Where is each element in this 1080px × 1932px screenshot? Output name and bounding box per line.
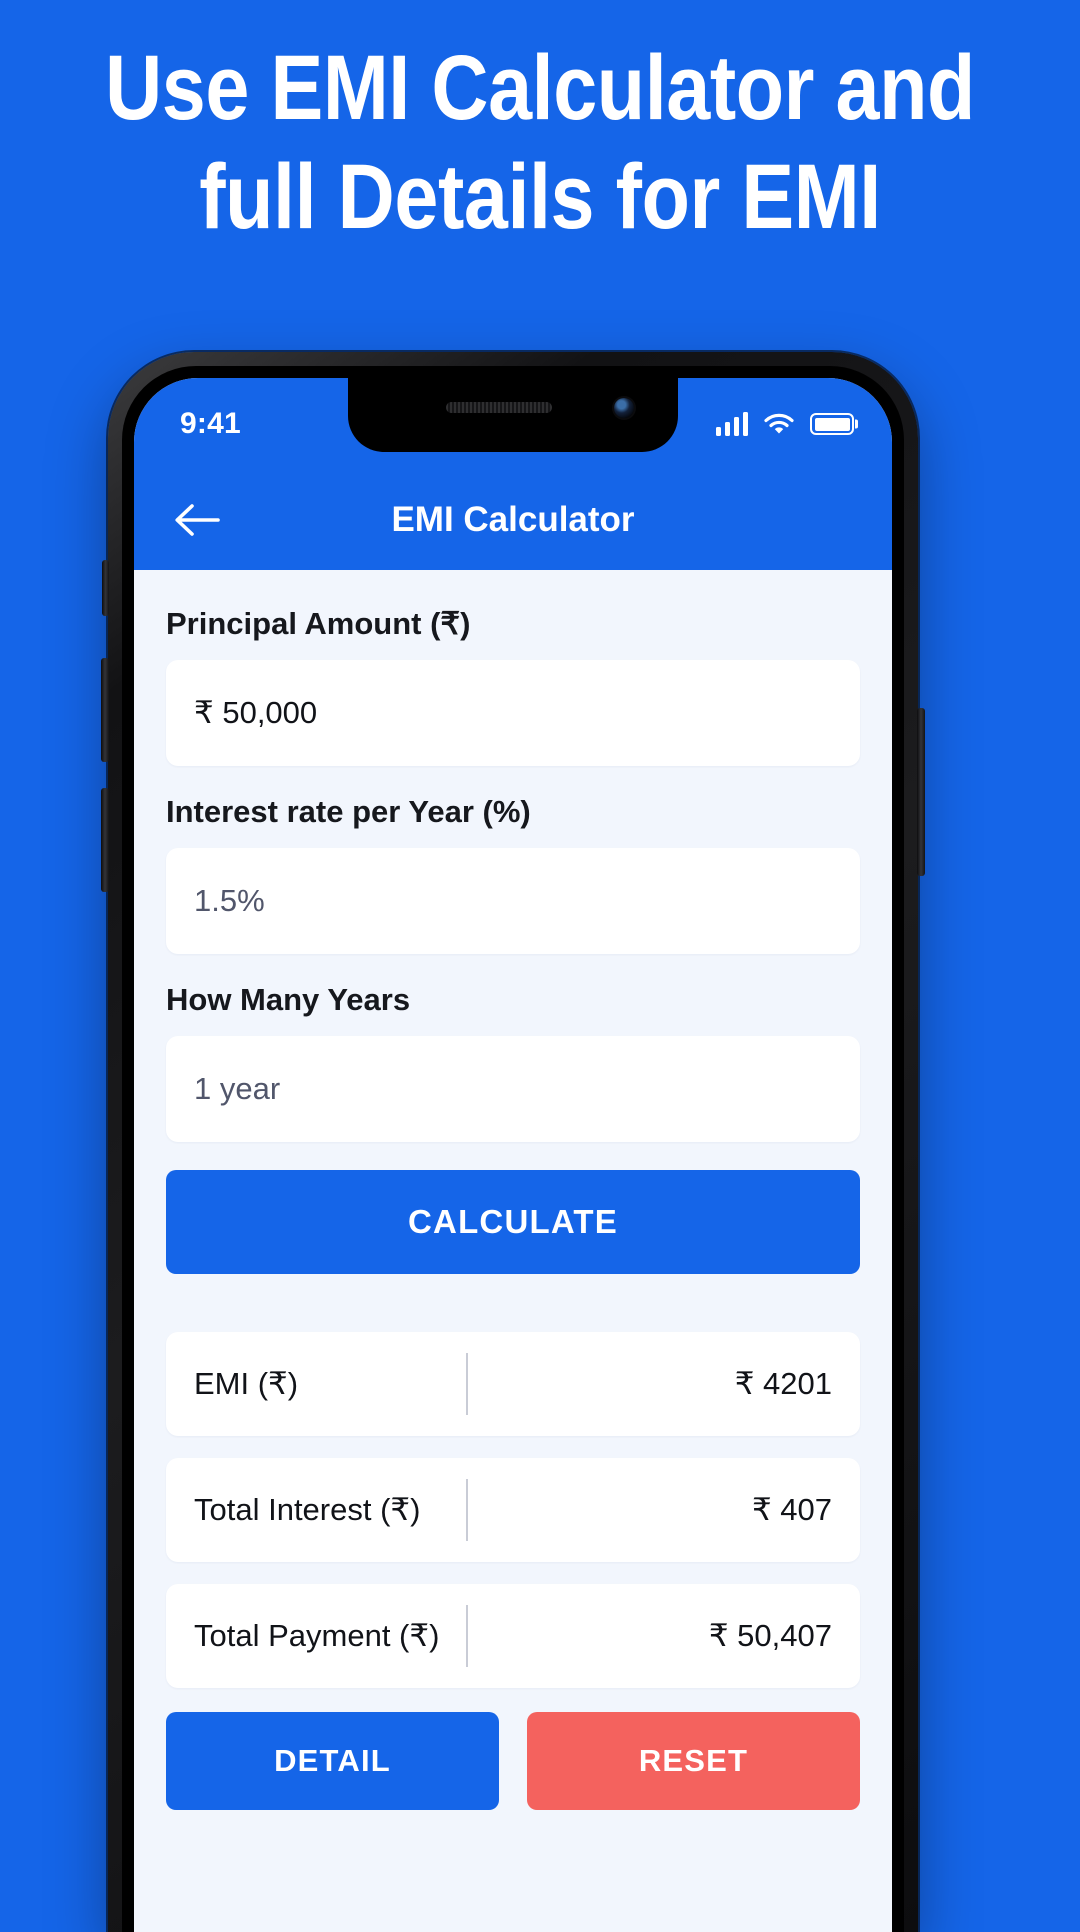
calculate-button[interactable]: CALCULATE [166, 1170, 860, 1274]
field-label-years: How Many Years [166, 982, 411, 1017]
back-arrow-icon[interactable] [174, 502, 220, 538]
page-title: EMI Calculator [391, 500, 635, 539]
phone-bezel: 9:41 EMI Calculator Principal Amount (₹)… [122, 366, 904, 1932]
phone-mockup: 9:41 EMI Calculator Principal Amount (₹)… [101, 352, 925, 1932]
field-principal-amount: Principal Amount (₹) ₹ 50,000 [166, 606, 860, 766]
field-years: How Many Years 1 year [166, 982, 860, 1142]
action-buttons: DETAIL RESET [166, 1712, 860, 1810]
promo-headline: Use EMI Calculator and full Details for … [105, 37, 975, 248]
result-value-emi: ₹ 4201 [734, 1366, 832, 1401]
result-value-total-payment: ₹ 50,407 [708, 1618, 832, 1653]
front-camera-icon [614, 398, 634, 418]
calculator-form: Principal Amount (₹) ₹ 50,000 Interest r… [134, 570, 892, 1932]
detail-button[interactable]: DETAIL [166, 1712, 499, 1810]
result-label-total-interest: Total Interest (₹) [194, 1492, 421, 1527]
mute-switch [102, 560, 109, 616]
years-input[interactable]: 1 year [166, 1036, 860, 1142]
status-icons [715, 412, 854, 436]
volume-down-button [101, 788, 109, 892]
field-label-interest: Interest rate per Year (%) [166, 794, 531, 829]
power-button [917, 708, 925, 876]
field-interest-rate: Interest rate per Year (%) 1.5% [166, 794, 860, 954]
result-label-total-payment: Total Payment (₹) [194, 1618, 440, 1653]
principal-amount-input[interactable]: ₹ 50,000 [166, 660, 860, 766]
result-row-total-interest: Total Interest (₹) ₹ 407 [166, 1458, 860, 1562]
results-list: EMI (₹) ₹ 4201 Total Interest (₹) ₹ 407 … [166, 1332, 860, 1688]
result-value-total-interest: ₹ 407 [751, 1492, 832, 1527]
wifi-icon [764, 413, 794, 434]
result-label-emi: EMI (₹) [194, 1366, 299, 1401]
interest-rate-input[interactable]: 1.5% [166, 848, 860, 954]
reset-button[interactable]: RESET [527, 1712, 860, 1810]
phone-screen: 9:41 EMI Calculator Principal Amount (₹)… [134, 378, 892, 1932]
status-time: 9:41 [180, 407, 241, 440]
signal-bars-icon [715, 412, 748, 436]
app-bar: EMI Calculator [134, 470, 892, 570]
earpiece-speaker-icon [446, 402, 552, 413]
phone-notch [348, 378, 678, 452]
battery-full-icon [810, 413, 854, 435]
field-label-principal: Principal Amount (₹) [166, 606, 471, 641]
result-row-emi: EMI (₹) ₹ 4201 [166, 1332, 860, 1436]
result-row-total-payment: Total Payment (₹) ₹ 50,407 [166, 1584, 860, 1688]
volume-up-button [101, 658, 109, 762]
